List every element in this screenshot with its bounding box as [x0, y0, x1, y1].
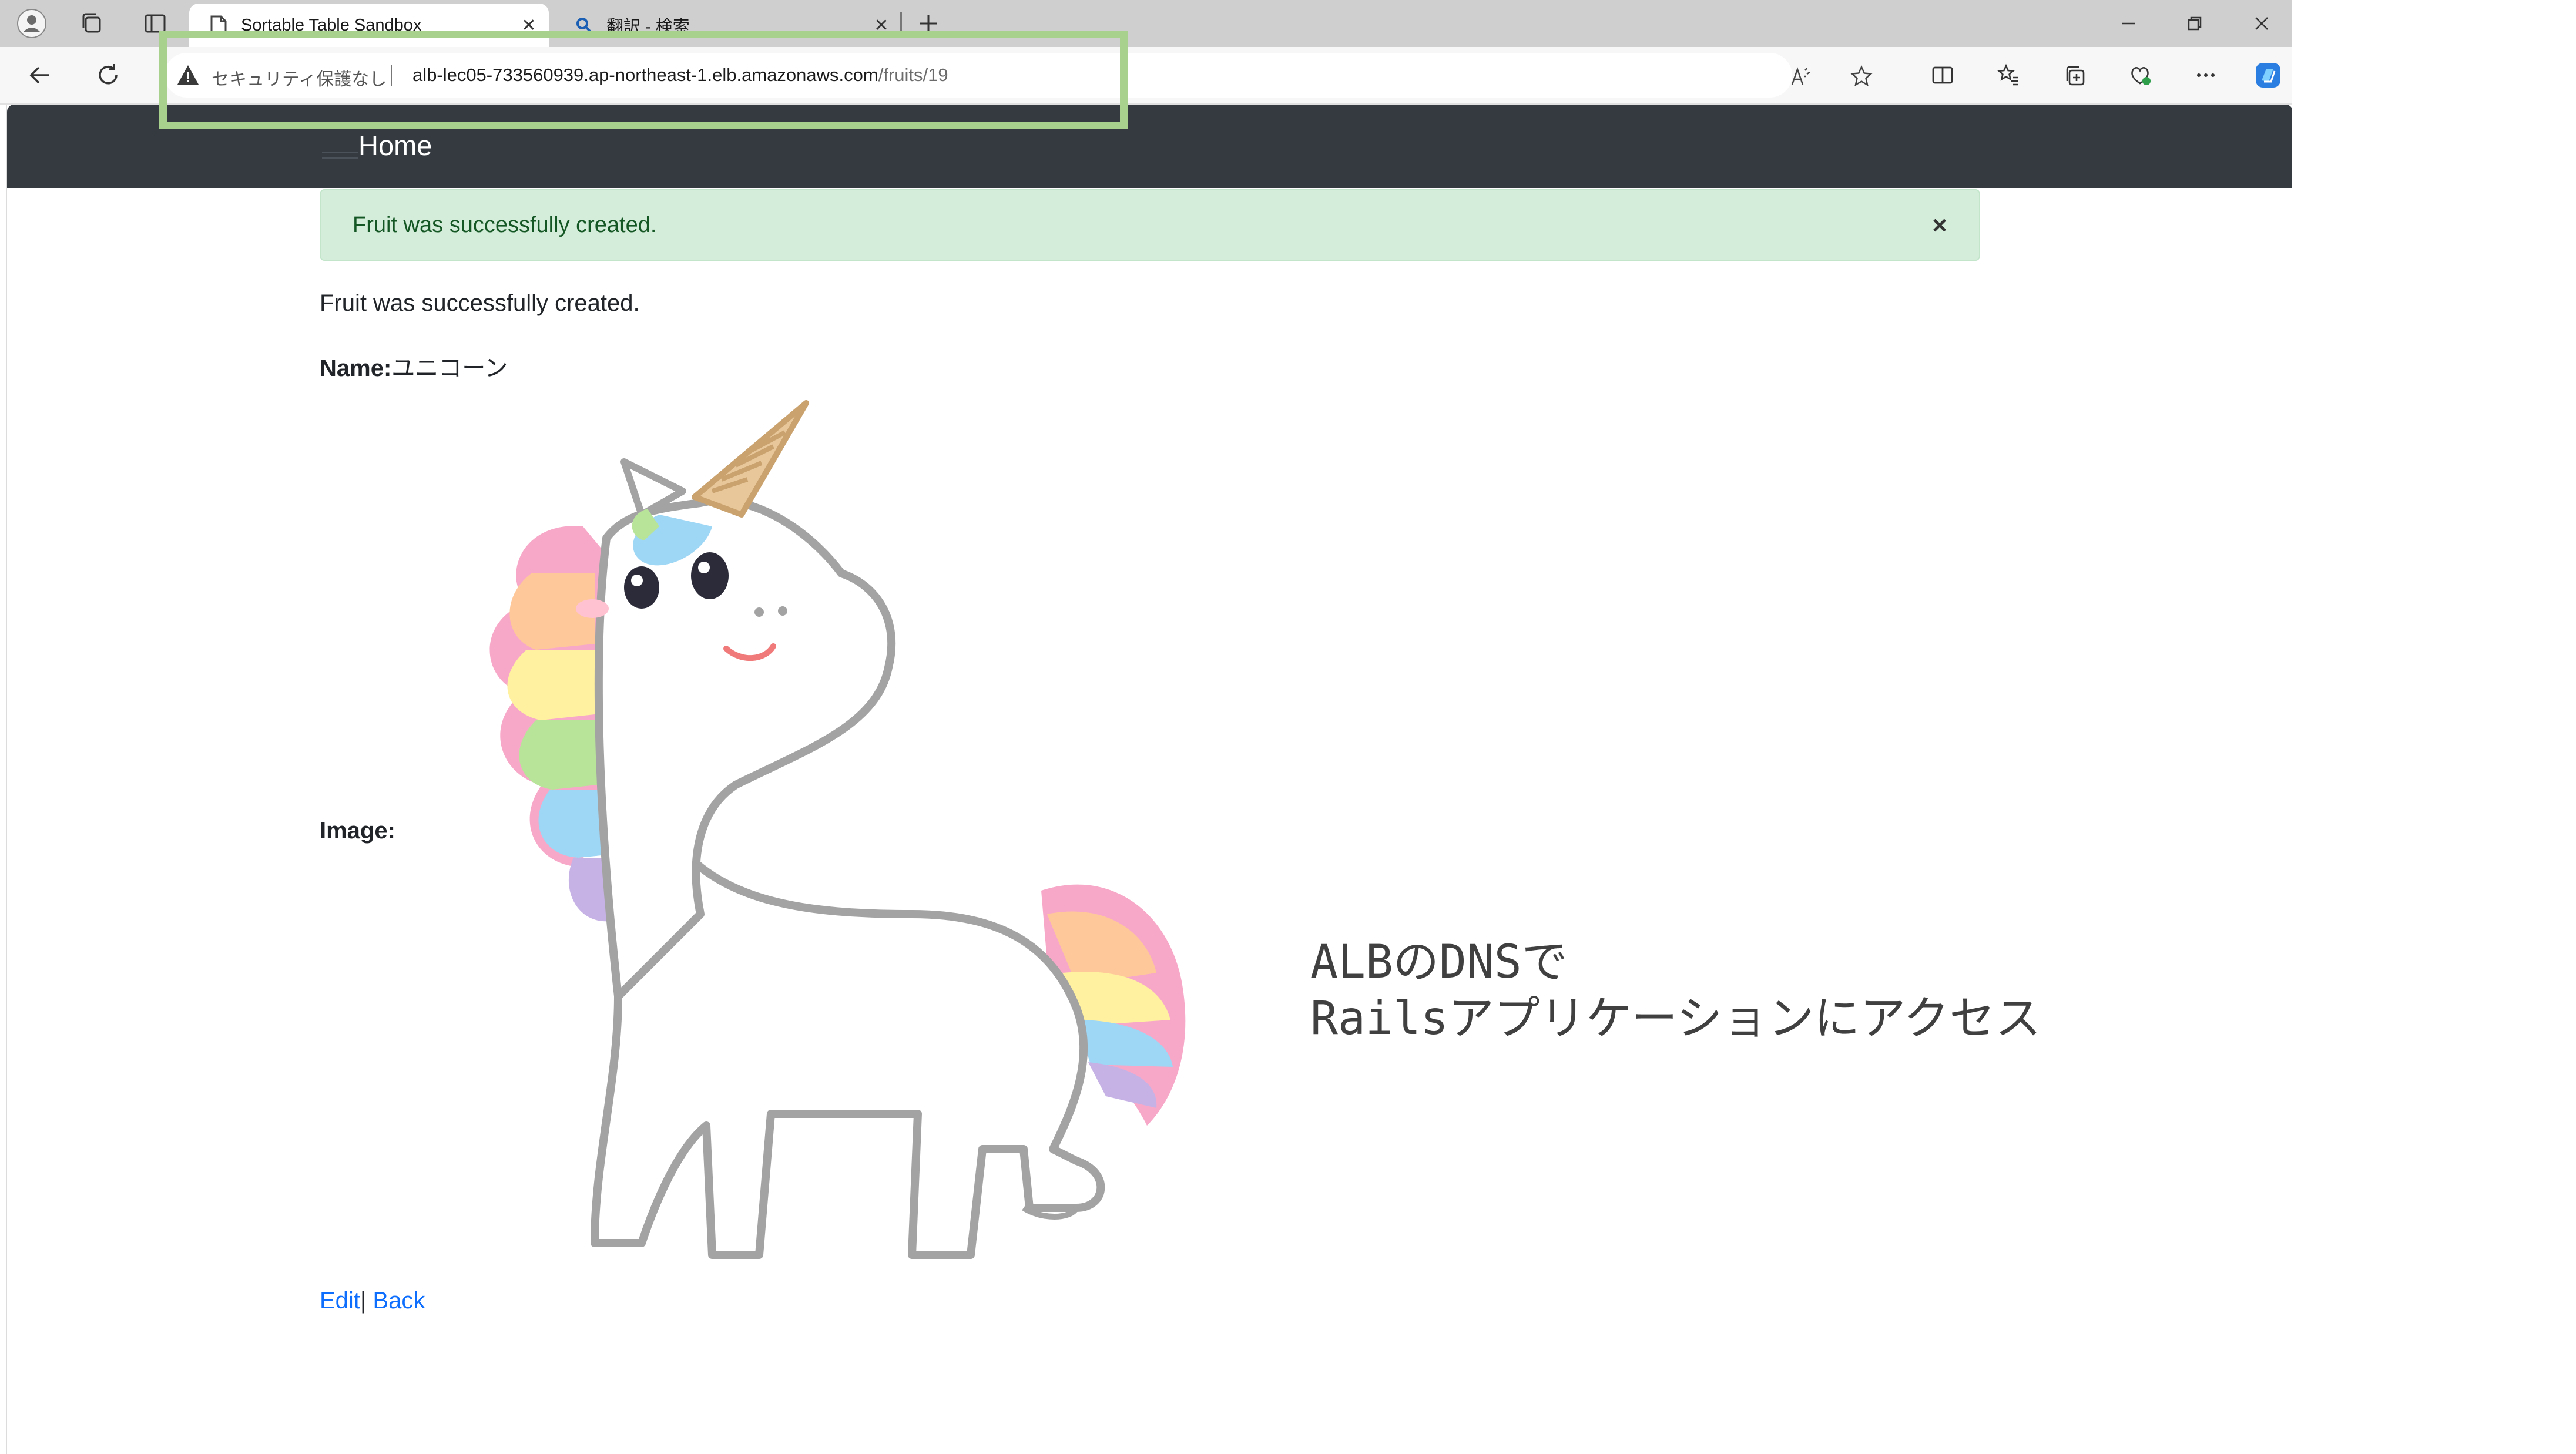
favorite-star-icon[interactable]	[1849, 63, 1874, 89]
notice-text: Fruit was successfully created.	[320, 290, 640, 316]
url-text[interactable]: alb-lec05-733560939.ap-northeast-1.elb.a…	[412, 65, 948, 86]
annotation-caption: ALBのDNSで Railsアプリケーションにアクセス	[1310, 934, 2041, 1047]
more-options-icon[interactable]	[2189, 59, 2222, 92]
caption-line-2: Railsアプリケーションにアクセス	[1310, 992, 2041, 1045]
collections-icon[interactable]	[2058, 59, 2091, 92]
navbar-toggler[interactable]	[322, 152, 358, 159]
site-navbar: Home	[7, 105, 2292, 188]
search-icon	[572, 14, 596, 37]
address-bar[interactable]: セキュリティ保護なし alb-lec05-733560939.ap-northe…	[165, 53, 1873, 98]
success-alert: Fruit was successfully created. ×	[320, 189, 1980, 261]
back-link[interactable]: Back	[373, 1288, 425, 1314]
new-tab-icon[interactable]	[912, 7, 945, 40]
tab-title: 翻訳 - 検索	[606, 18, 690, 36]
warning-icon	[177, 65, 199, 85]
close-window-icon[interactable]	[2229, 5, 2292, 42]
refresh-icon[interactable]	[92, 59, 125, 92]
url-path: /fruits/19	[878, 65, 948, 85]
restore-icon[interactable]	[2162, 5, 2227, 42]
action-links: Edit| Back	[320, 1288, 425, 1314]
edit-link[interactable]: Edit	[320, 1288, 360, 1314]
tab-translate-search[interactable]: 翻訳 - 検索 ✕	[555, 4, 901, 47]
unicorn-image	[489, 400, 1186, 1259]
tab-strip: Sortable Table Sandbox ✕ 翻訳 - 検索 ✕	[0, 0, 2292, 47]
nav-home-link[interactable]: Home	[358, 129, 432, 162]
close-tab-icon[interactable]: ✕	[868, 12, 894, 38]
minimize-icon[interactable]	[2097, 5, 2161, 42]
back-arrow-icon[interactable]	[24, 59, 56, 92]
tab-divider	[900, 12, 902, 35]
caption-line-1: ALBのDNSで	[1310, 936, 1568, 989]
link-separator: |	[360, 1288, 367, 1314]
page-viewport: Home Fruit was successfully created. × F…	[6, 105, 2292, 1454]
page-icon	[207, 14, 230, 37]
close-tab-icon[interactable]: ✕	[516, 12, 542, 38]
profile-icon[interactable]	[15, 7, 48, 40]
browser-toolbar: セキュリティ保護なし alb-lec05-733560939.ap-northe…	[0, 47, 2292, 105]
copilot-icon[interactable]	[2252, 59, 2285, 92]
favorites-icon[interactable]	[1992, 59, 2025, 92]
read-aloud-icon[interactable]	[1787, 63, 1813, 89]
security-label[interactable]: セキュリティ保護なし	[212, 65, 387, 90]
browser-window: Sortable Table Sandbox ✕ 翻訳 - 検索 ✕ セキュリテ…	[0, 0, 2292, 1454]
browser-essentials-icon[interactable]	[2124, 59, 2156, 92]
url-host: alb-lec05-733560939.ap-northeast-1.elb.a…	[412, 65, 878, 85]
name-label: Name:	[320, 355, 392, 381]
tab-title: Sortable Table Sandbox	[241, 15, 422, 35]
alert-message: Fruit was successfully created.	[353, 213, 657, 237]
address-separator	[391, 65, 392, 86]
split-screen-icon[interactable]	[1926, 59, 1959, 92]
alert-close-button[interactable]: ×	[1932, 213, 1947, 239]
vertical-tabs-icon[interactable]	[139, 7, 172, 40]
workspaces-icon[interactable]	[75, 7, 108, 40]
tab-sortable-table-sandbox[interactable]: Sortable Table Sandbox ✕	[189, 4, 549, 47]
name-field: Name:ユニコーン	[320, 349, 508, 383]
image-label: Image:	[320, 818, 395, 844]
name-value: ユニコーン	[391, 355, 508, 381]
